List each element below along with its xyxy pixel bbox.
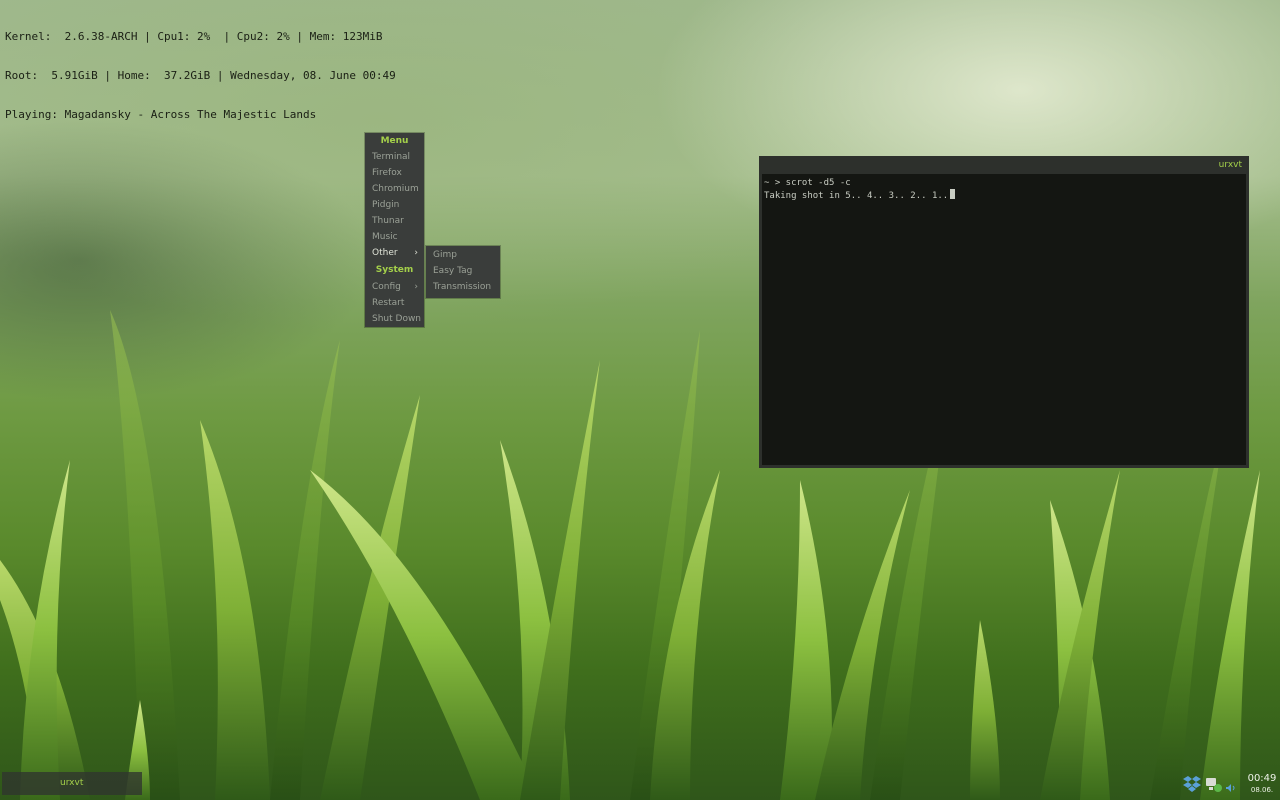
terminal-output[interactable]: ~ > scrot -d5 -c Taking shot in 5.. 4.. 3… [762,174,1246,465]
submenu-other: Gimp Easy Tag Transmission [426,246,500,298]
terminal-title: urxvt [1218,160,1242,170]
terminal-titlebar[interactable]: urxvt [759,156,1249,174]
submenu-item-gimp[interactable]: Gimp [426,247,500,263]
conky-line-now-playing: Playing: Magadansky - Across The Majesti… [5,108,317,121]
menu-item-firefox[interactable]: Firefox [365,165,424,181]
conky-line-disk-date: Root: 5.91GiB | Home: 37.2GiB | Wednesda… [5,69,396,82]
network-icon[interactable] [1206,778,1222,792]
menu-item-music[interactable]: Music [365,229,424,245]
menu-item-chromium[interactable]: Chromium [365,181,424,197]
menu-item-config-label: Config [372,282,401,292]
submenu-item-transmission[interactable]: Transmission [426,279,500,295]
terminal-cursor [950,189,956,199]
clock-date: 08.06. [1250,786,1274,794]
system-tray [1183,776,1235,792]
menu-item-other[interactable]: Other › [365,245,424,261]
volume-icon[interactable] [1226,784,1235,792]
conky-line-kernel: Kernel: 2.6.38-ARCH | Cpu1: 2% | Cpu2: 2… [5,30,383,43]
terminal-window[interactable]: urxvt ~ > scrot -d5 -c Taking shot in 5..… [759,156,1249,468]
terminal-line-output: Taking shot in 5.. 4.. 3.. 2.. 1.. [764,189,1244,202]
conky-system-info: Kernel: 2.6.38-ARCH | Cpu1: 2% | Cpu2: 2… [5,4,396,134]
panel-clock[interactable]: 00:49 08.06. [1244,773,1280,795]
chevron-right-icon: › [414,282,418,292]
menu-item-thunar[interactable]: Thunar [365,213,424,229]
root-menu: Menu Terminal Firefox Chromium Pidgin Th… [365,133,424,327]
menu-title: Menu [380,136,409,146]
taskbar-task-urxvt[interactable]: urxvt [2,772,142,795]
menu-item-pidgin[interactable]: Pidgin [365,197,424,213]
submenu-item-easy-tag[interactable]: Easy Tag [426,263,500,279]
menu-item-other-label: Other [372,248,398,258]
menu-item-shut-down[interactable]: Shut Down [365,311,424,327]
terminal-line-output-text: Taking shot in 5.. 4.. 3.. 2.. 1.. [764,191,949,201]
menu-item-terminal[interactable]: Terminal [365,149,424,165]
chevron-right-icon: › [414,248,418,258]
menu-section-system: System [375,265,414,275]
dropbox-icon[interactable] [1183,776,1201,792]
taskbar-task-label: urxvt [60,778,84,788]
menu-item-restart[interactable]: Restart [365,295,424,311]
terminal-line-command: ~ > scrot -d5 -c [764,178,851,188]
menu-item-config[interactable]: Config › [365,279,424,295]
clock-time: 00:49 [1247,773,1277,784]
